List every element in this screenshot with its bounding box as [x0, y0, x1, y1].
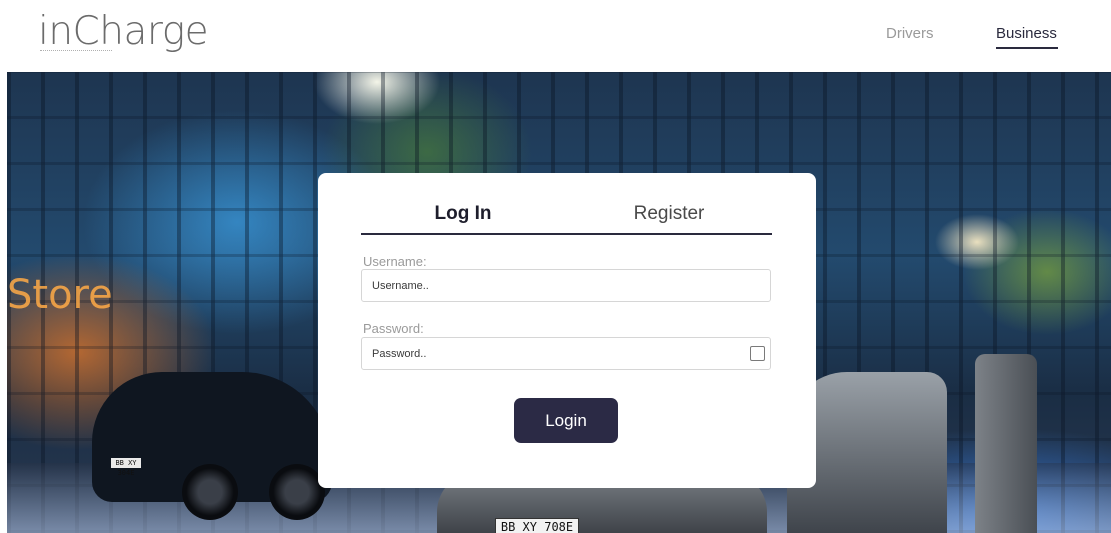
logo-underline — [40, 50, 112, 51]
ev-charging-station — [975, 354, 1037, 533]
login-card: Log In Register Username: Password: Logi… — [318, 173, 816, 488]
tab-register[interactable]: Register — [614, 202, 724, 226]
tab-underline — [361, 233, 772, 235]
nav-business[interactable]: Business — [996, 24, 1057, 44]
license-plate-left: BB XY 304E — [111, 458, 141, 477]
car-wheel — [182, 464, 238, 520]
login-button[interactable]: Login — [514, 398, 618, 443]
username-label: Username: — [363, 254, 427, 269]
store-sign: Store — [7, 272, 113, 318]
tab-log-in[interactable]: Log In — [408, 202, 518, 226]
password-label: Password: — [363, 321, 424, 336]
license-plate-center: BB XY 708E — [495, 518, 579, 533]
nav-drivers[interactable]: Drivers — [886, 24, 934, 44]
password-input[interactable] — [361, 337, 771, 370]
incharge-logo[interactable]: inCharge — [38, 8, 209, 56]
checkbox-square-icon[interactable] — [750, 346, 765, 361]
car-wheel — [269, 464, 325, 520]
nav-active-underline — [996, 47, 1058, 49]
username-input[interactable] — [361, 269, 771, 302]
